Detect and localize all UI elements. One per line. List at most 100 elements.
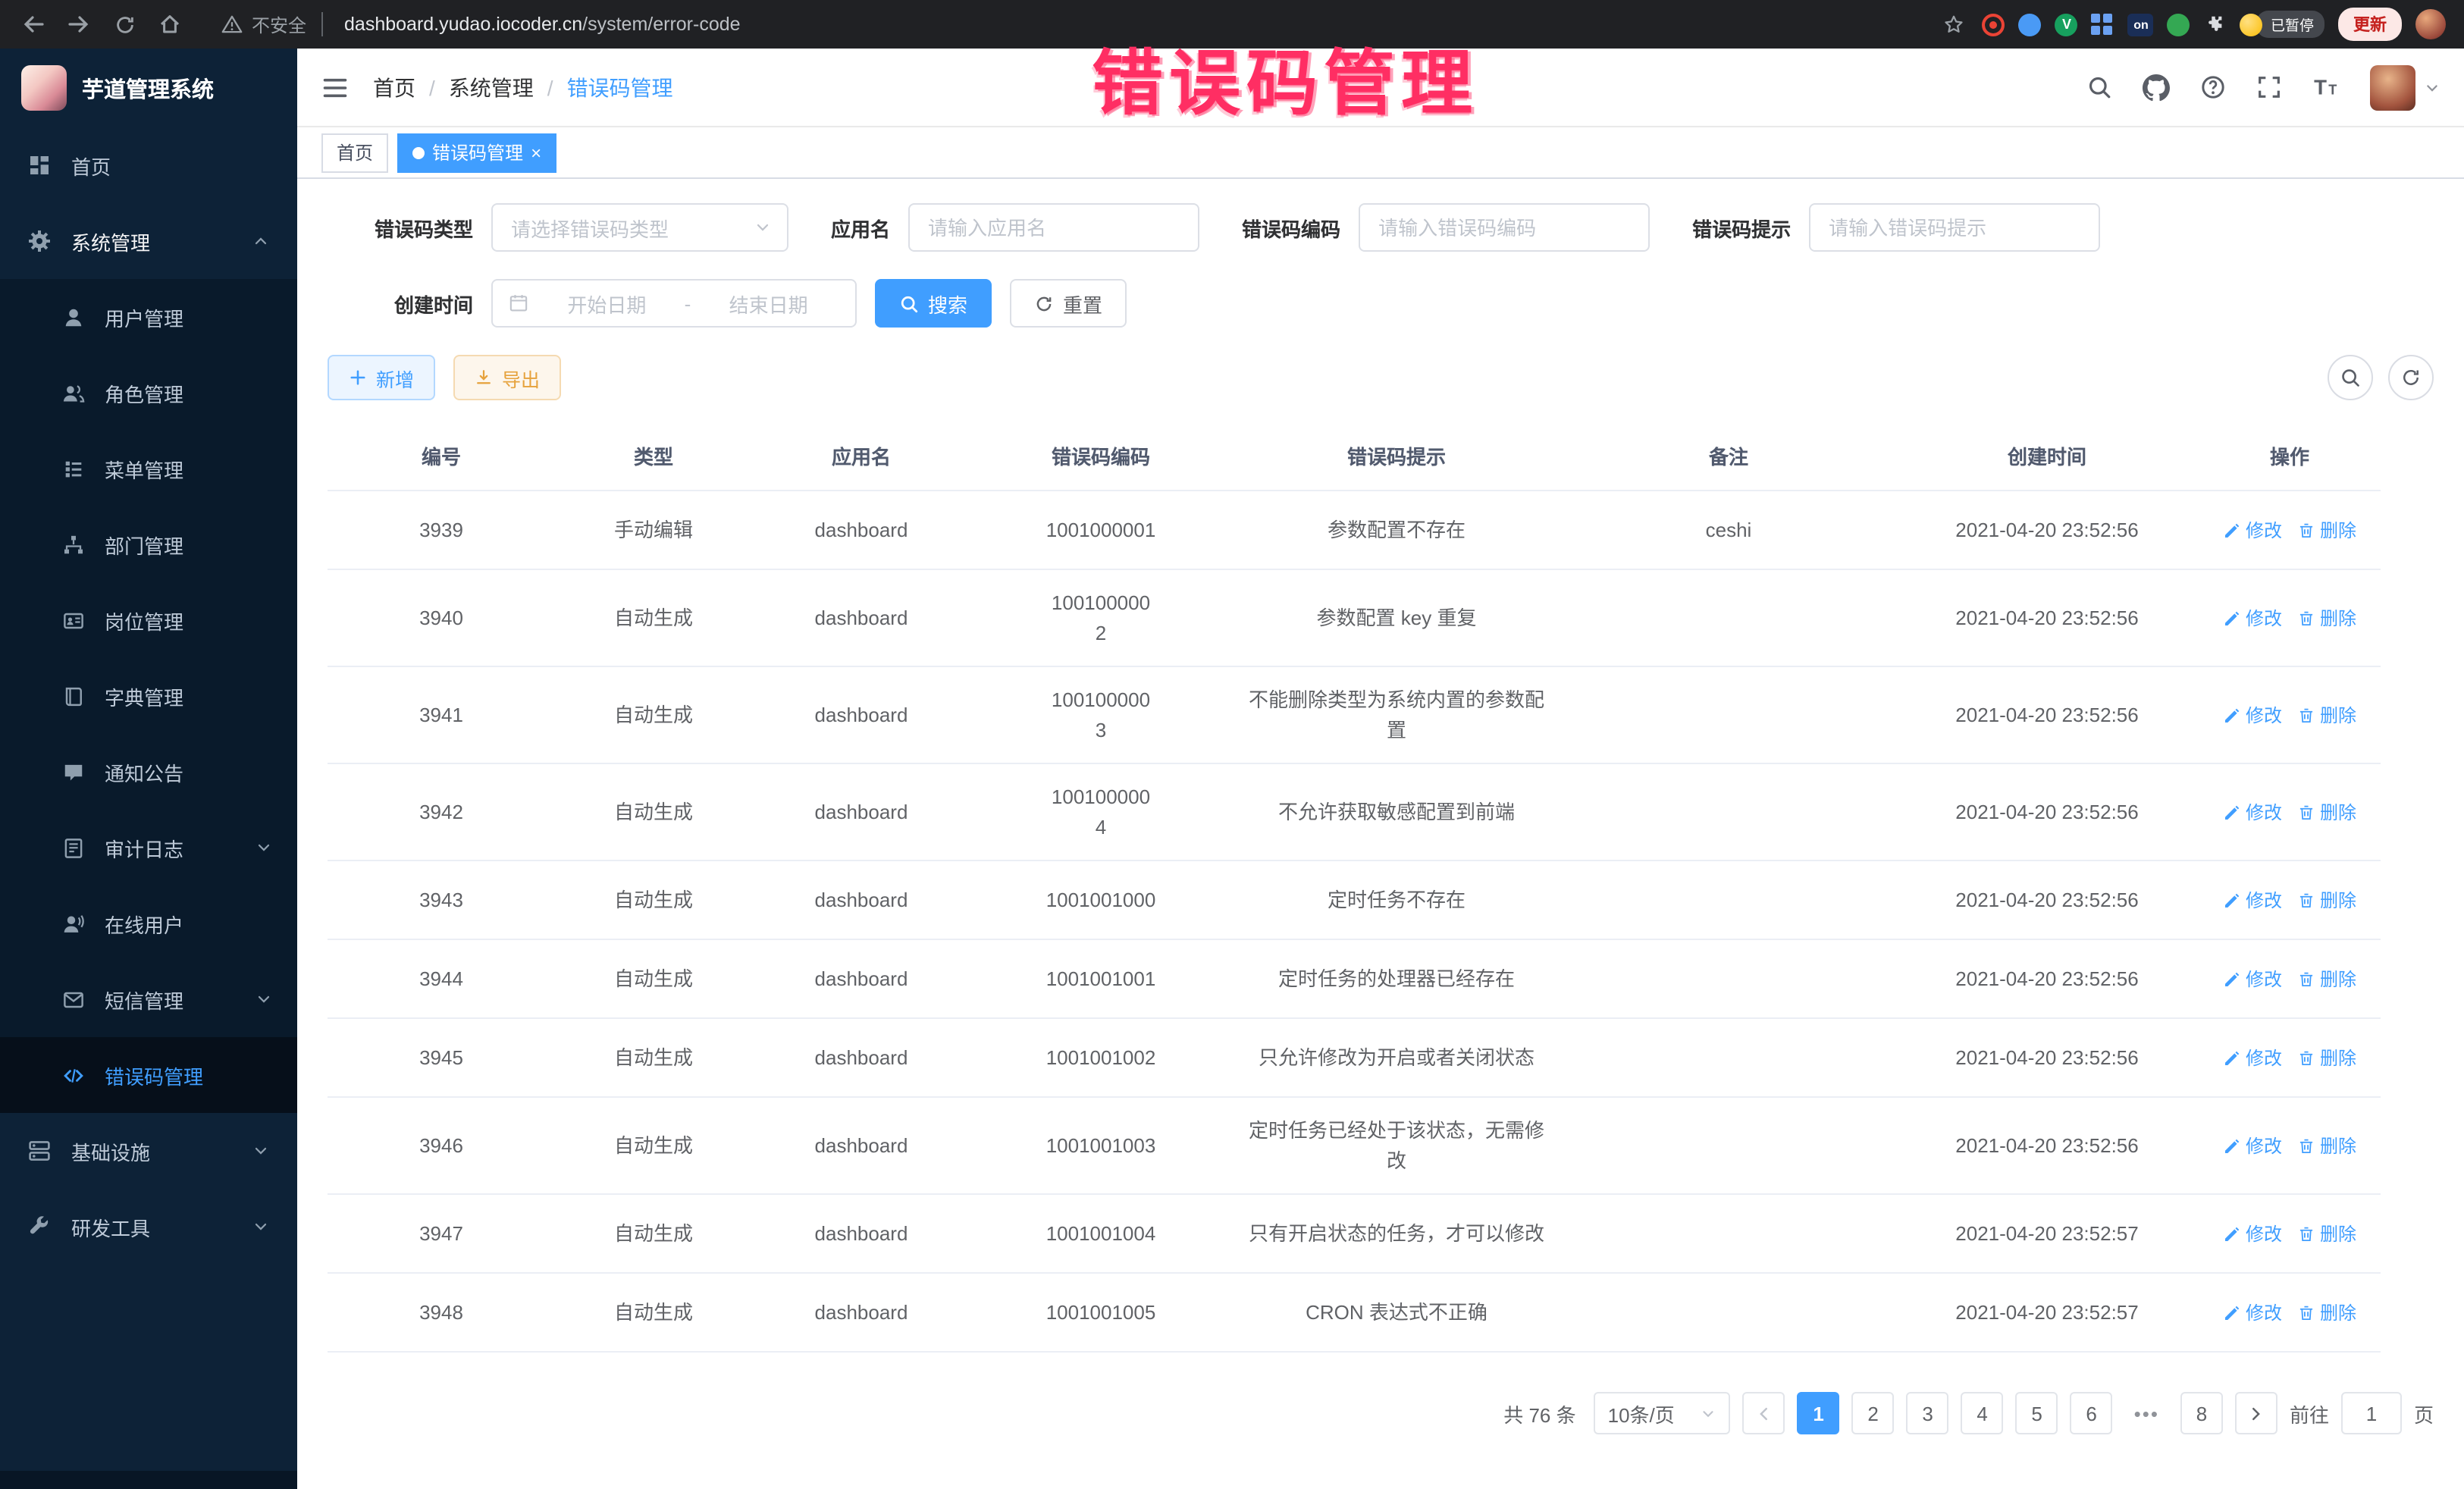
page-button-3[interactable]: 3 — [1907, 1392, 1949, 1434]
sidebar-item-system[interactable]: 系统管理 — [0, 203, 297, 279]
edit-link[interactable]: 修改 — [2223, 965, 2282, 992]
error-code-input[interactable] — [1359, 203, 1650, 252]
page-button-8[interactable]: 8 — [2180, 1392, 2223, 1434]
breadcrumb-system[interactable]: 系统管理 — [449, 72, 534, 102]
system-submenu: 用户管理 角色管理 菜单管理 部门管理 — [0, 279, 297, 1113]
cell-code: 1001001002 — [970, 1025, 1231, 1091]
user-menu[interactable] — [2370, 64, 2440, 110]
sidebar-item-notices[interactable]: 通知公告 — [0, 734, 297, 810]
export-button[interactable]: 导出 — [453, 355, 561, 400]
sidebar-item-departments[interactable]: 部门管理 — [0, 506, 297, 582]
extension-v-icon[interactable]: V — [2055, 13, 2078, 36]
sidebar-item-label: 通知公告 — [105, 757, 183, 786]
extension-drop-icon[interactable] — [2019, 13, 2042, 36]
extension-on-badge[interactable]: on — [2128, 13, 2154, 36]
delete-link[interactable]: 删除 — [2297, 886, 2356, 914]
refresh-table-button[interactable] — [2388, 355, 2434, 400]
sidebar-logo[interactable]: 芋道管理系统 — [0, 49, 297, 127]
extensions-puzzle-icon[interactable] — [2204, 13, 2227, 36]
reload-icon[interactable] — [109, 9, 140, 39]
delete-link[interactable]: 删除 — [2297, 1299, 2356, 1326]
font-size-icon[interactable]: TT — [2312, 74, 2340, 100]
chrome-update-button[interactable]: 更新 — [2338, 8, 2402, 41]
paused-extension[interactable]: 已暂停 — [2240, 11, 2324, 38]
sidebar-item-label: 岗位管理 — [105, 606, 183, 635]
reset-button[interactable]: 重置 — [1010, 279, 1127, 328]
edit-link[interactable]: 修改 — [2223, 1132, 2282, 1159]
toggle-search-button[interactable] — [2328, 355, 2373, 400]
error-hint-input[interactable] — [1809, 203, 2100, 252]
edit-link[interactable]: 修改 — [2223, 516, 2282, 544]
delete-link[interactable]: 删除 — [2297, 1220, 2356, 1247]
sidebar-item-label: 菜单管理 — [105, 454, 183, 483]
pagination-ellipsis[interactable]: ••• — [2125, 1392, 2168, 1434]
page-button-6[interactable]: 6 — [2071, 1392, 2113, 1434]
error-type-select[interactable]: 请选择错误码类型 — [491, 203, 788, 252]
cell-id: 3939 — [328, 497, 555, 563]
sidebar-item-dictionary[interactable]: 字典管理 — [0, 658, 297, 734]
edit-link[interactable]: 修改 — [2223, 1044, 2282, 1071]
next-page-button[interactable] — [2235, 1392, 2277, 1434]
sidebar-item-home[interactable]: 首页 — [0, 127, 297, 203]
github-icon[interactable] — [2143, 74, 2170, 101]
close-icon[interactable]: × — [531, 143, 541, 161]
sidebar-item-error-codes[interactable]: 错误码管理 — [0, 1037, 297, 1113]
page-button-5[interactable]: 5 — [2016, 1392, 2058, 1434]
add-button[interactable]: 新增 — [328, 355, 435, 400]
cell-code: 1001001003 — [970, 1113, 1231, 1179]
extension-record-icon[interactable] — [1983, 13, 2005, 36]
sidebar-item-online-users[interactable]: 在线用户 — [0, 886, 297, 961]
help-icon[interactable] — [2200, 74, 2226, 100]
cell-type: 自动生成 — [555, 682, 752, 748]
sidebar-item-users[interactable]: 用户管理 — [0, 279, 297, 355]
extension-leaf-icon[interactable] — [2168, 13, 2190, 36]
sidebar-item-sms[interactable]: 短信管理 — [0, 961, 297, 1037]
page-button-2[interactable]: 2 — [1852, 1392, 1895, 1434]
edit-link[interactable]: 修改 — [2223, 1220, 2282, 1247]
delete-link[interactable]: 删除 — [2297, 701, 2356, 729]
sidebar-item-infrastructure[interactable]: 基础设施 — [0, 1113, 297, 1189]
site-security[interactable]: 不安全 — [221, 11, 329, 37]
sidebar-item-menus[interactable]: 菜单管理 — [0, 431, 297, 506]
goto-page-input[interactable] — [2341, 1392, 2402, 1434]
delete-link[interactable]: 删除 — [2297, 604, 2356, 632]
table-header: 编号 类型 应用名 错误码编码 错误码提示 备注 创建时间 操作 — [328, 422, 2381, 491]
edit-link[interactable]: 修改 — [2223, 701, 2282, 729]
edit-link[interactable]: 修改 — [2223, 604, 2282, 632]
date-range-picker[interactable]: 开始日期 - 结束日期 — [491, 279, 857, 328]
home-icon[interactable] — [155, 9, 185, 39]
page-button-1[interactable]: 1 — [1798, 1392, 1840, 1434]
forward-icon[interactable] — [64, 9, 94, 39]
app-name-input[interactable] — [908, 203, 1199, 252]
edit-link[interactable]: 修改 — [2223, 798, 2282, 826]
address-url[interactable]: dashboard.yudao.iocoder.cn/system/error-… — [344, 14, 741, 35]
sidebar-item-posts[interactable]: 岗位管理 — [0, 582, 297, 658]
edit-link[interactable]: 修改 — [2223, 886, 2282, 914]
edit-link[interactable]: 修改 — [2223, 1299, 2282, 1326]
breadcrumb-home[interactable]: 首页 — [373, 72, 415, 102]
browser-profile-avatar[interactable] — [2415, 9, 2446, 39]
tab-home[interactable]: 首页 — [321, 133, 388, 172]
extension-grid-icon[interactable] — [2092, 13, 2114, 36]
delete-link[interactable]: 删除 — [2297, 1044, 2356, 1071]
sidebar-item-roles[interactable]: 角色管理 — [0, 355, 297, 431]
tab-error-codes[interactable]: 错误码管理 × — [397, 133, 556, 172]
page-size-select[interactable]: 10条/页 — [1594, 1392, 1731, 1434]
delete-link[interactable]: 删除 — [2297, 516, 2356, 544]
hamburger-icon[interactable] — [321, 74, 349, 101]
refresh-icon — [1034, 293, 1054, 313]
sidebar-item-devtools[interactable]: 研发工具 — [0, 1189, 297, 1265]
delete-link[interactable]: 删除 — [2297, 798, 2356, 826]
page-button-4[interactable]: 4 — [1961, 1392, 2004, 1434]
prev-page-button[interactable] — [1743, 1392, 1785, 1434]
cell-app: dashboard — [752, 682, 970, 748]
bookmark-star-icon[interactable] — [1939, 9, 1969, 39]
fullscreen-icon[interactable] — [2256, 74, 2282, 100]
delete-link[interactable]: 删除 — [2297, 965, 2356, 992]
search-button[interactable]: 搜索 — [875, 279, 992, 328]
header-search-icon[interactable] — [2086, 74, 2112, 100]
delete-link[interactable]: 删除 — [2297, 1132, 2356, 1159]
sidebar-collapse-bar[interactable] — [0, 1471, 297, 1489]
sidebar-item-audit-logs[interactable]: 审计日志 — [0, 810, 297, 886]
back-icon[interactable] — [18, 9, 49, 39]
